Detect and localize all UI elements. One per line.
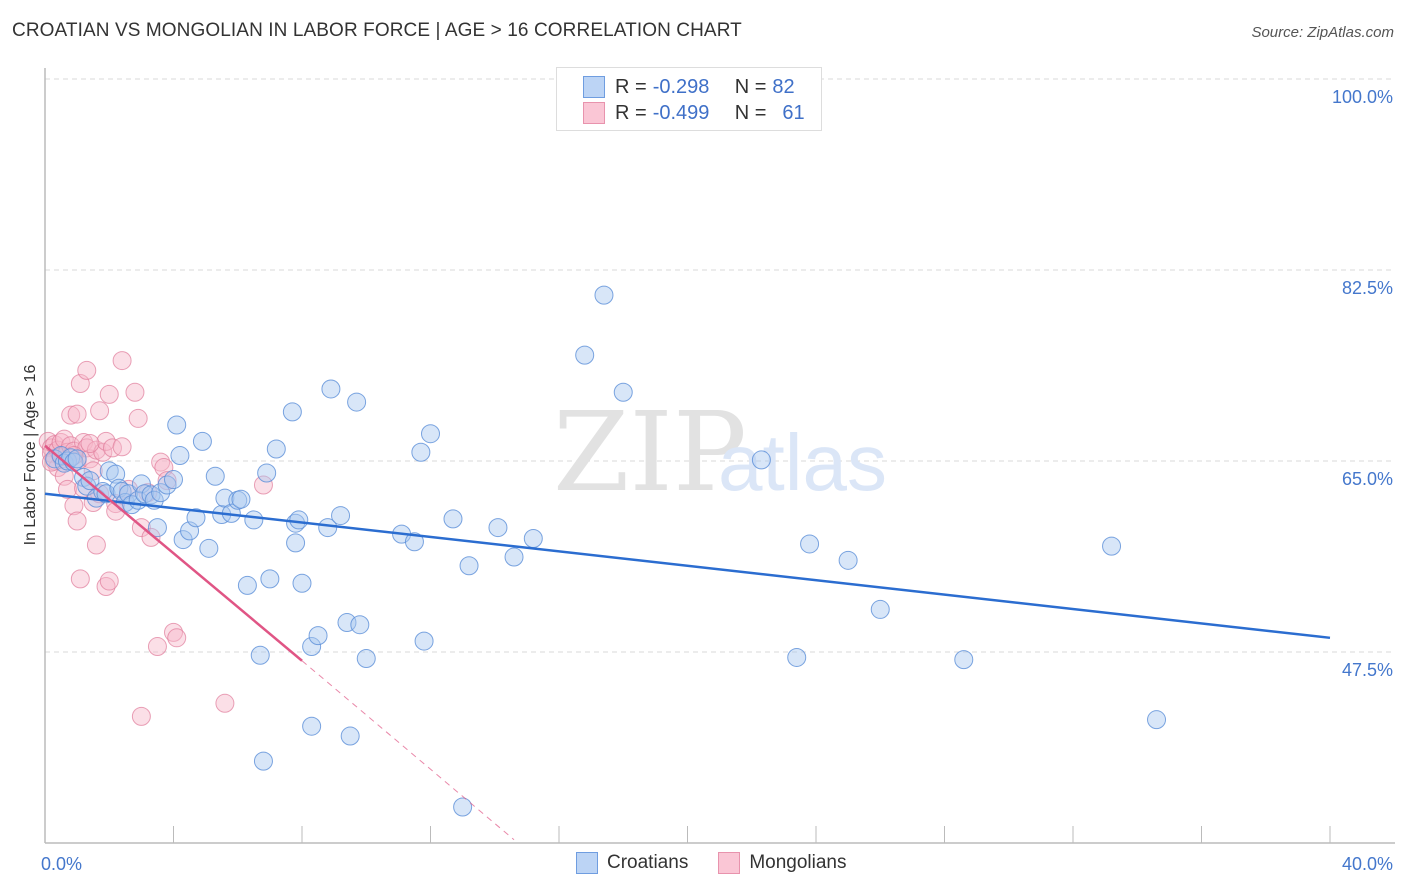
croatians-point xyxy=(954,650,974,670)
croatians-point xyxy=(411,442,431,462)
mongolians-swatch xyxy=(718,852,741,874)
croatians-point xyxy=(308,626,328,646)
watermark-atlas: atlas xyxy=(718,418,887,507)
legend-item-croatians[interactable]: Croatians xyxy=(576,852,688,874)
mongolians-point xyxy=(80,434,100,454)
mongolians-point xyxy=(67,511,87,531)
croatians-point xyxy=(231,489,251,509)
y-tick-label: 100.0% xyxy=(1332,87,1393,107)
croatians-point xyxy=(356,649,376,669)
croatians-point xyxy=(67,449,87,469)
mongolians-point xyxy=(147,637,167,657)
croatians-point xyxy=(286,533,306,553)
legend-item-mongolians[interactable]: Mongolians xyxy=(718,852,847,874)
croatians-point xyxy=(340,726,360,746)
legend-row-mongolians: R = -0.499 N = 61 xyxy=(583,101,805,125)
croatians-point xyxy=(289,510,309,530)
croatians-point xyxy=(192,431,212,451)
croatians-point xyxy=(260,569,280,589)
mongolians-point xyxy=(112,437,132,457)
croatians-point xyxy=(292,573,312,593)
croatians-point xyxy=(350,615,370,635)
croatians-point xyxy=(164,470,183,490)
x-tick-label: 40.0% xyxy=(1342,854,1393,874)
y-axis-label: In Labor Force | Age > 16 xyxy=(22,365,39,546)
croatians-point xyxy=(870,599,890,619)
croatians-point xyxy=(575,345,595,365)
grid-lines xyxy=(45,78,1395,653)
croatians-point xyxy=(302,716,322,736)
mongolians-point xyxy=(99,384,119,404)
croatians-point xyxy=(1147,710,1167,730)
y-tick-label: 82.5% xyxy=(1342,278,1393,298)
legend-label-mongolians: Mongolians xyxy=(749,852,847,873)
croatians-point xyxy=(199,538,219,558)
x-tick-label: 0.0% xyxy=(41,854,82,874)
croatians-point xyxy=(453,797,473,817)
y-tick-label: 65.0% xyxy=(1342,469,1393,489)
scatter-chart: ZIP atlas 100.0% 82.5% 65.0% 47.5% 0.0% 40.0%… xyxy=(22,68,1395,874)
y-tick-label: 47.5% xyxy=(1342,660,1393,680)
mongolians-point xyxy=(70,569,90,589)
croatians-swatch xyxy=(583,76,605,98)
r-value: -0.298 xyxy=(652,75,710,98)
croatians-point xyxy=(504,547,524,567)
croatians-point xyxy=(488,518,508,538)
n-value: 61 xyxy=(782,101,805,124)
croatians-point xyxy=(266,439,286,459)
mongolians-point xyxy=(167,628,187,648)
croatians-point xyxy=(331,506,351,526)
n-label: N = xyxy=(734,75,767,98)
croatians-point xyxy=(421,424,440,444)
series-legend: Croatians Mongolians xyxy=(576,852,877,874)
croatians-point xyxy=(594,285,614,305)
mongolians-point xyxy=(128,408,148,428)
croatians-point xyxy=(253,751,273,771)
mongolians-point xyxy=(131,706,151,726)
croatians-swatch xyxy=(576,852,598,874)
r-value: -0.499 xyxy=(652,101,710,124)
legend-label-croatians: Croatians xyxy=(607,852,689,873)
croatians-point xyxy=(170,446,190,466)
n-label: N = xyxy=(734,101,767,124)
croatians-point xyxy=(443,509,463,529)
mongolians-swatch xyxy=(583,102,605,124)
croatians-point xyxy=(1102,536,1122,556)
mongolians-trend-extension xyxy=(301,660,515,841)
n-value: 82 xyxy=(772,75,795,98)
croatians-point xyxy=(321,379,341,399)
mongolians-point xyxy=(112,351,132,371)
croatians-point xyxy=(523,528,543,548)
croatians-point xyxy=(347,392,367,412)
croatians-point xyxy=(800,534,820,554)
croatians-point xyxy=(751,450,771,470)
croatians-point xyxy=(282,402,302,422)
croatians-point xyxy=(787,647,807,667)
mongolians-point xyxy=(77,360,97,380)
croatians-point xyxy=(250,645,270,665)
croatians-point xyxy=(237,575,257,595)
r-label: R = xyxy=(615,101,647,124)
croatians-point xyxy=(205,466,225,486)
croatians-points xyxy=(45,285,1167,817)
r-label: R = xyxy=(615,75,647,98)
mongolians-point xyxy=(67,404,87,424)
legend-row-croatians: R = -0.298 N = 82 xyxy=(583,75,795,99)
mongolians-point xyxy=(215,693,235,713)
croatians-point xyxy=(613,382,633,402)
croatians-point xyxy=(838,550,858,570)
mongolians-point xyxy=(125,382,145,402)
croatians-point xyxy=(257,463,277,483)
mongolians-point xyxy=(90,401,110,421)
watermark: ZIP atlas xyxy=(553,388,887,516)
croatians-point xyxy=(244,510,264,530)
mongolians-point xyxy=(99,571,119,591)
croatians-point xyxy=(459,556,479,576)
croatians-point xyxy=(414,631,434,651)
mongolians-point xyxy=(86,535,106,555)
croatians-point xyxy=(167,415,187,435)
stats-legend: R = -0.298 N = 82 R = -0.499 N = 61 xyxy=(556,67,822,131)
